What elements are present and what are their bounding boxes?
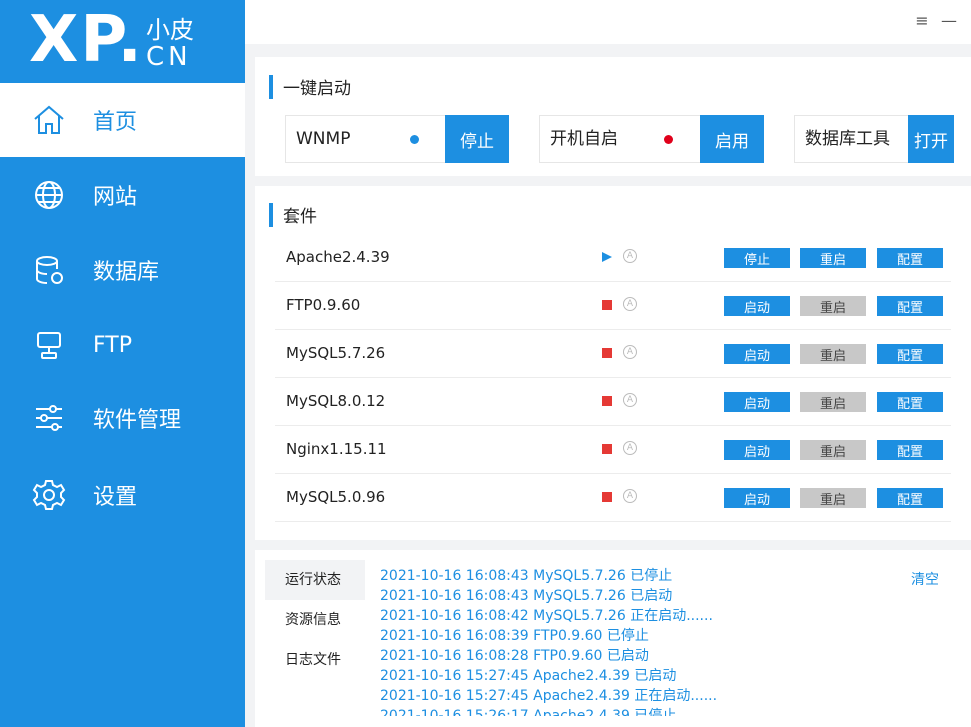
restart-button[interactable]: 重启 [800, 440, 866, 460]
tab-log-files[interactable]: 日志文件 [265, 640, 365, 727]
log-line: 2021-10-16 16:08:39 FTP0.9.60 已停止 [380, 628, 649, 644]
suite-row-mysql5726: MySQL5.7.26 A 启动 重启 配置 [275, 330, 951, 378]
sidebar-item-label: FTP [93, 332, 132, 358]
wnmp-box: WNMP 停止 [285, 115, 509, 163]
auto-icon: A [623, 345, 637, 359]
sidebar-item-database[interactable]: 数据库 [0, 233, 245, 307]
wnmp-stop-button[interactable]: 停止 [445, 115, 509, 163]
running-icon [602, 252, 612, 262]
restart-button[interactable]: 重启 [800, 296, 866, 316]
auto-icon: A [623, 249, 637, 263]
sidebar-item-label: 网站 [93, 185, 138, 210]
globe-icon [31, 177, 67, 213]
sidebar-item-label: 首页 [93, 110, 138, 135]
stopped-icon [602, 444, 612, 454]
sidebar-item-website[interactable]: 网站 [0, 158, 245, 232]
logo-small-top: 小皮 [146, 16, 194, 44]
tab-resource-info[interactable]: 资源信息 [265, 600, 365, 640]
restart-button[interactable]: 重启 [800, 488, 866, 508]
stopped-icon [602, 492, 612, 502]
log-line: 2021-10-16 16:08:43 MySQL5.7.26 已启动 [380, 588, 673, 604]
suite-name: FTP0.9.60 [286, 296, 361, 314]
db-tool-box: 数据库工具 打开 [794, 115, 954, 163]
gear-icon [31, 477, 67, 513]
suite-row-nginx: Nginx1.15.11 A 启动 重启 配置 [275, 426, 951, 474]
home-icon [31, 102, 67, 138]
logo-small-bottom: CN [146, 42, 192, 72]
log-line: 2021-10-16 16:08:43 MySQL5.7.26 已停止 [380, 568, 673, 584]
suite-name: Apache2.4.39 [286, 248, 390, 266]
restart-button[interactable]: 重启 [800, 344, 866, 364]
suite-title: 套件 [269, 202, 317, 227]
autostart-enable-button[interactable]: 启用 [700, 115, 764, 163]
database-icon [31, 252, 67, 288]
quick-start-title: 一键启动 [269, 74, 351, 99]
wnmp-status-dot [410, 135, 419, 144]
suite-row-apache: Apache2.4.39 A 停止 重启 配置 [275, 234, 951, 282]
restart-button[interactable]: 重启 [800, 248, 866, 268]
clear-log-link[interactable]: 清空 [911, 569, 939, 589]
start-button[interactable]: 启动 [724, 344, 790, 364]
sidebar-item-home[interactable]: 首页 [0, 83, 245, 157]
log-tabs: 运行状态 资源信息 日志文件 [265, 560, 365, 727]
stopped-icon [602, 396, 612, 406]
autostart-status-dot [664, 135, 673, 144]
logo-main: XP. [29, 3, 144, 77]
suite-row-mysql5096: MySQL5.0.96 A 启动 重启 配置 [275, 474, 951, 522]
stop-button[interactable]: 停止 [724, 248, 790, 268]
log-line: 2021-10-16 16:08:42 MySQL5.7.26 正在启动....… [380, 608, 713, 624]
config-button[interactable]: 配置 [877, 344, 943, 364]
config-button[interactable]: 配置 [877, 296, 943, 316]
db-tool-open-button[interactable]: 打开 [908, 115, 954, 163]
sliders-icon [31, 400, 67, 436]
sidebar: XP. 小皮 CN 首页 网站 数据库 FTP 软件管理 设置 [0, 0, 245, 727]
stopped-icon [602, 348, 612, 358]
quick-start-panel: 一键启动 WNMP 停止 开机自启 启用 数据库工具 打开 [255, 57, 971, 176]
config-button[interactable]: 配置 [877, 440, 943, 460]
wnmp-label: WNMP [296, 129, 351, 149]
suite-name: MySQL5.0.96 [286, 488, 386, 506]
log-list: 2021-10-16 16:08:43 MySQL5.7.26 已停止 2021… [380, 566, 900, 716]
log-line: 2021-10-16 15:26:17 Apache2.4.39 已停止 [380, 708, 677, 716]
stopped-icon [602, 300, 612, 310]
sidebar-item-label: 数据库 [93, 260, 160, 285]
sidebar-item-label: 软件管理 [93, 408, 182, 433]
suite-panel: 套件 Apache2.4.39 A 停止 重启 配置 FTP0.9.60 A 启… [255, 186, 971, 540]
log-line: 2021-10-16 15:27:45 Apache2.4.39 已启动 [380, 668, 677, 684]
logo: XP. 小皮 CN [0, 0, 245, 83]
auto-icon: A [623, 297, 637, 311]
restart-button[interactable]: 重启 [800, 392, 866, 412]
log-line: 2021-10-16 16:08:28 FTP0.9.60 已启动 [380, 648, 649, 664]
sidebar-item-ftp[interactable]: FTP [0, 308, 245, 382]
start-button[interactable]: 启动 [724, 296, 790, 316]
minimize-icon[interactable]: — [939, 10, 959, 30]
suite-name: MySQL5.7.26 [286, 344, 386, 362]
config-button[interactable]: 配置 [877, 488, 943, 508]
sidebar-item-software[interactable]: 软件管理 [0, 381, 245, 455]
suite-name: Nginx1.15.11 [286, 440, 387, 458]
auto-icon: A [623, 441, 637, 455]
config-button[interactable]: 配置 [877, 392, 943, 412]
db-tool-label: 数据库工具 [805, 129, 890, 149]
menu-icon[interactable]: ≡ [912, 10, 932, 30]
autostart-box: 开机自启 启用 [539, 115, 764, 163]
auto-icon: A [623, 489, 637, 503]
start-button[interactable]: 启动 [724, 392, 790, 412]
config-button[interactable]: 配置 [877, 248, 943, 268]
title-bar: ≡ — [245, 0, 971, 44]
start-button[interactable]: 启动 [724, 488, 790, 508]
sidebar-item-label: 设置 [93, 485, 138, 510]
suite-row-mysql8012: MySQL8.0.12 A 启动 重启 配置 [275, 378, 951, 426]
log-line: 2021-10-16 15:27:45 Apache2.4.39 正在启动...… [380, 688, 718, 704]
sidebar-item-settings[interactable]: 设置 [0, 458, 245, 532]
autostart-label: 开机自启 [550, 129, 618, 149]
start-button[interactable]: 启动 [724, 440, 790, 460]
suite-name: MySQL8.0.12 [286, 392, 386, 410]
server-icon [31, 327, 67, 363]
auto-icon: A [623, 393, 637, 407]
tab-run-status[interactable]: 运行状态 [265, 560, 365, 600]
suite-row-ftp: FTP0.9.60 A 启动 重启 配置 [275, 282, 951, 330]
